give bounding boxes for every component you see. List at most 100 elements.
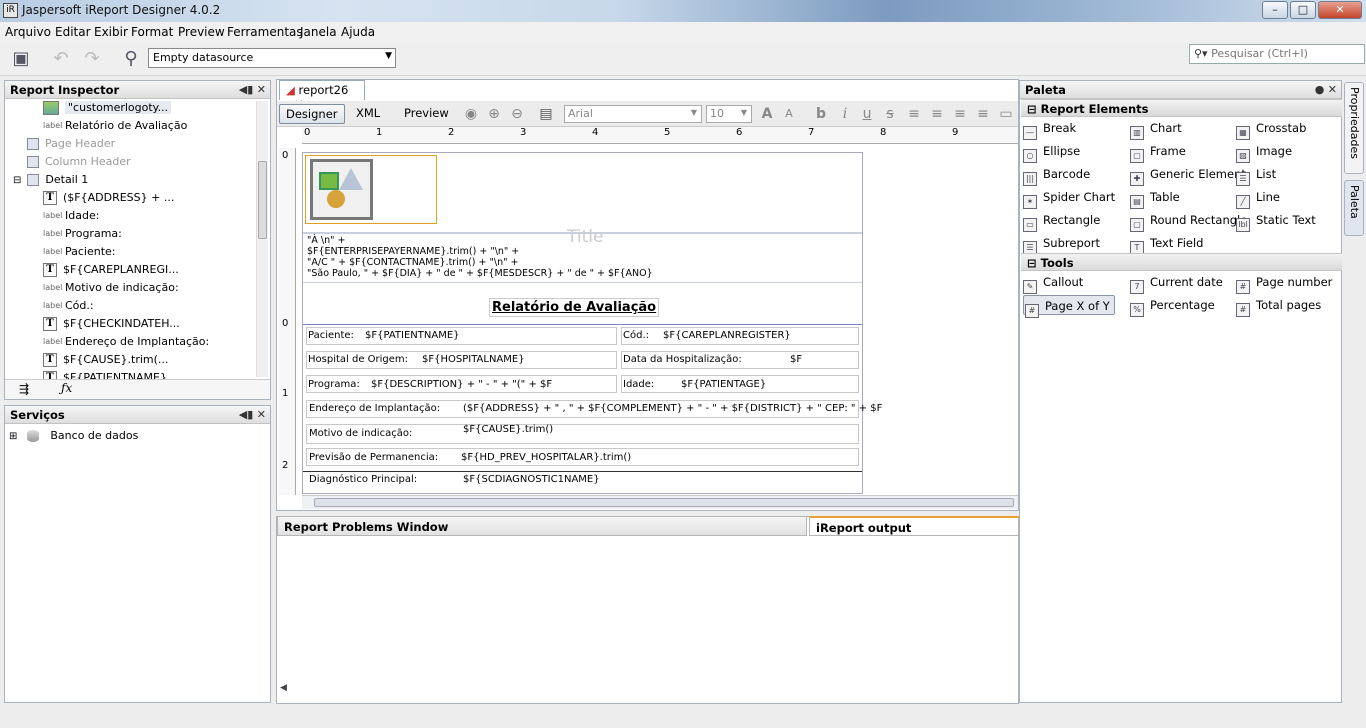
designer-tab[interactable]: Designer — [279, 104, 345, 124]
label-hospital[interactable]: Hospital de Origem: — [308, 354, 408, 365]
preview-tab[interactable]: Preview — [398, 104, 455, 124]
palette-item-static-text[interactable]: lbl Static Text — [1236, 210, 1316, 232]
palette-item-current-date[interactable]: 7 Current date — [1130, 272, 1223, 294]
undo-icon[interactable]: ↶ — [49, 47, 73, 71]
increase-font-icon[interactable]: A — [758, 105, 776, 123]
palette-item-spider-chart[interactable]: ✶ Spider Chart — [1023, 187, 1115, 209]
minimize-button[interactable]: – — [1262, 1, 1288, 19]
zoom-fit-icon[interactable]: ◉ — [462, 105, 480, 123]
palette-item-page-number[interactable]: # Page number — [1236, 272, 1332, 294]
field-patientage[interactable]: $F{PATIENTAGE} — [681, 379, 766, 390]
font-family-select[interactable]: Arial ▼ — [564, 105, 702, 123]
field-checkindate[interactable]: $F — [790, 354, 802, 365]
palette-item-percentage[interactable]: % Percentage — [1130, 295, 1215, 317]
label-data-hosp[interactable]: Data da Hospitalização: — [623, 354, 742, 365]
tree-item[interactable]: label Relatório de Avaliação — [43, 117, 187, 135]
decrease-font-icon[interactable]: A — [780, 105, 798, 123]
palette-item-image[interactable]: ▨ Image — [1236, 141, 1292, 163]
menu-ferramentas[interactable]: Ferramentas — [227, 25, 303, 39]
palette-item-chart[interactable]: ▥ Chart — [1130, 118, 1182, 140]
label-diagnostico[interactable]: Diagnóstico Principal: — [309, 474, 417, 485]
tree-item-database[interactable]: ⊞ Banco de dados — [9, 427, 138, 445]
save-icon[interactable]: ▣ — [9, 47, 33, 71]
field-cause[interactable]: $F{CAUSE}.trim() — [463, 424, 553, 435]
tree-scrollbar[interactable] — [256, 101, 268, 377]
tree-item[interactable]: label Endereço de Implantação: — [43, 333, 209, 351]
tree-item[interactable]: Page Header — [27, 135, 115, 153]
menu-exibir[interactable]: Exibir — [94, 25, 128, 39]
scroll-left-icon[interactable]: ◀ — [280, 683, 287, 693]
palette-item-line[interactable]: ╱ Line — [1236, 187, 1280, 209]
expr-line-1[interactable]: "À \n" + — [307, 235, 345, 246]
close-button[interactable]: ✕ — [1318, 1, 1362, 19]
expand-icon[interactable]: ⊞ — [9, 431, 17, 442]
palette-item-callout[interactable]: ✎ Callout — [1023, 272, 1083, 294]
palette-item-crosstab[interactable]: ▦ Crosstab — [1236, 118, 1306, 140]
palette-item-break[interactable]: — Break — [1023, 118, 1076, 140]
datasource-icon[interactable]: ⚲ — [119, 47, 143, 71]
side-tab-propriedades[interactable]: Propriedades — [1344, 82, 1364, 174]
datasource-select[interactable]: Empty datasource ▼ — [148, 48, 396, 68]
palette-item-table[interactable]: ▤ Table — [1130, 187, 1180, 209]
palette-item-list[interactable]: ☰ List — [1236, 164, 1276, 186]
field-description[interactable]: $F{DESCRIPTION} + " - " + "(" + $F — [371, 379, 552, 390]
label-previsao[interactable]: Previsão de Permanencia: — [309, 452, 438, 463]
section-tools[interactable]: ⊟ Tools — [1021, 253, 1342, 271]
zoom-in-icon[interactable]: ⊕ — [485, 105, 503, 123]
expr-line-3[interactable]: "A/C " + $F{CONTACTNAME}.trim() + "\n" + — [307, 257, 518, 268]
function-icon[interactable]: ƒx — [61, 381, 72, 395]
tree-item[interactable]: T $F{CAUSE}.trim(... — [43, 351, 168, 369]
editor-horizontal-scrollbar[interactable] — [302, 495, 1018, 509]
label-programa[interactable]: Programa: — [308, 379, 360, 390]
search-input[interactable]: ⚲▾ Pesquisar (Ctrl+I) — [1189, 44, 1365, 64]
field-prev-hospitalar[interactable]: $F{HD_PREV_HOSPITALAR}.trim() — [461, 452, 631, 463]
palette-item-text-field[interactable]: T Text Field — [1130, 233, 1203, 255]
collapse-icon[interactable]: ⊟ — [13, 175, 21, 186]
align-right-icon[interactable]: ≡ — [974, 105, 992, 123]
palette-item-total-pages[interactable]: # Total pages — [1236, 295, 1321, 317]
label-motivo[interactable]: Motivo de indicação: — [309, 428, 412, 439]
align-center-icon[interactable]: ≡ — [951, 105, 969, 123]
palette-item-generic-element[interactable]: ✚ Generic Element — [1130, 164, 1246, 186]
panel-controls[interactable]: ◀▮ ✕ — [239, 408, 266, 421]
expr-line-4[interactable]: "São Paulo, " + $F{DIA} + " de " + $F{ME… — [307, 268, 653, 279]
field-patientname[interactable]: $F{PATIENTNAME} — [365, 330, 460, 341]
strikethrough-icon[interactable]: s — [881, 105, 899, 123]
report-properties-icon[interactable]: ▤ — [537, 105, 555, 123]
underline-icon[interactable]: u — [858, 105, 876, 123]
tree-view-icon[interactable]: ⇶ — [19, 382, 29, 396]
menu-ajuda[interactable]: Ajuda — [341, 25, 375, 39]
font-size-select[interactable]: 10 ▼ — [706, 105, 752, 123]
palette-item-frame[interactable]: ▢ Frame — [1130, 141, 1186, 163]
tab-ireport-output[interactable]: iReport output — [809, 516, 1019, 536]
border-icon[interactable]: ▭ — [997, 105, 1015, 123]
label-paciente[interactable]: Paciente: — [308, 330, 354, 341]
field-address[interactable]: ($F{ADDRESS} + " , " + $F{COMPLEMENT} + … — [463, 403, 882, 414]
redo-icon[interactable]: ↷ — [80, 47, 104, 71]
align-justify-icon[interactable]: ≡ — [928, 105, 946, 123]
expr-line-2[interactable]: $F{ENTERPRISEPAYERNAME}.trim() + "\n" + — [307, 246, 519, 257]
label-cod[interactable]: Cód.: — [623, 330, 649, 341]
palette-item-ellipse[interactable]: ○ Ellipse — [1023, 141, 1080, 163]
maximize-button[interactable]: □ — [1290, 1, 1316, 19]
tree-item[interactable]: T $F{PATIENTNAME} — [43, 369, 167, 379]
tab-report-problems[interactable]: Report Problems Window — [277, 516, 807, 536]
align-left-icon[interactable]: ≡ — [905, 105, 923, 123]
tree-item[interactable]: T ($F{ADDRESS} + ... — [43, 189, 174, 207]
field-careplanregister[interactable]: $F{CAREPLANREGISTER} — [663, 330, 791, 341]
tree-item[interactable]: label Programa: — [43, 225, 122, 243]
menu-janela[interactable]: Janela — [300, 25, 337, 39]
section-report-elements[interactable]: ⊟ Report Elements — [1021, 99, 1342, 117]
selected-image-element[interactable] — [305, 155, 437, 224]
label-endereco[interactable]: Endereço de Implantação: — [309, 403, 440, 414]
palette-item-round-rectangle[interactable]: ▢ Round Rectangle — [1130, 210, 1247, 232]
bold-icon[interactable]: b — [812, 105, 830, 123]
palette-item-subreport[interactable]: ☰ Subreport — [1023, 233, 1100, 255]
tab-report26[interactable]: ◢ report26 ✕ — [279, 80, 365, 111]
label-idade[interactable]: Idade: — [623, 379, 654, 390]
menu-editar[interactable]: Editar — [55, 25, 91, 39]
field-hospitalname[interactable]: $F{HOSPITALNAME} — [422, 354, 525, 365]
palette-item-page-x-of-y[interactable]: # Page X of Y — [1023, 295, 1115, 318]
tree-item[interactable]: "customerlogoty... — [43, 99, 172, 117]
tree-item[interactable]: label Paciente: — [43, 243, 116, 261]
